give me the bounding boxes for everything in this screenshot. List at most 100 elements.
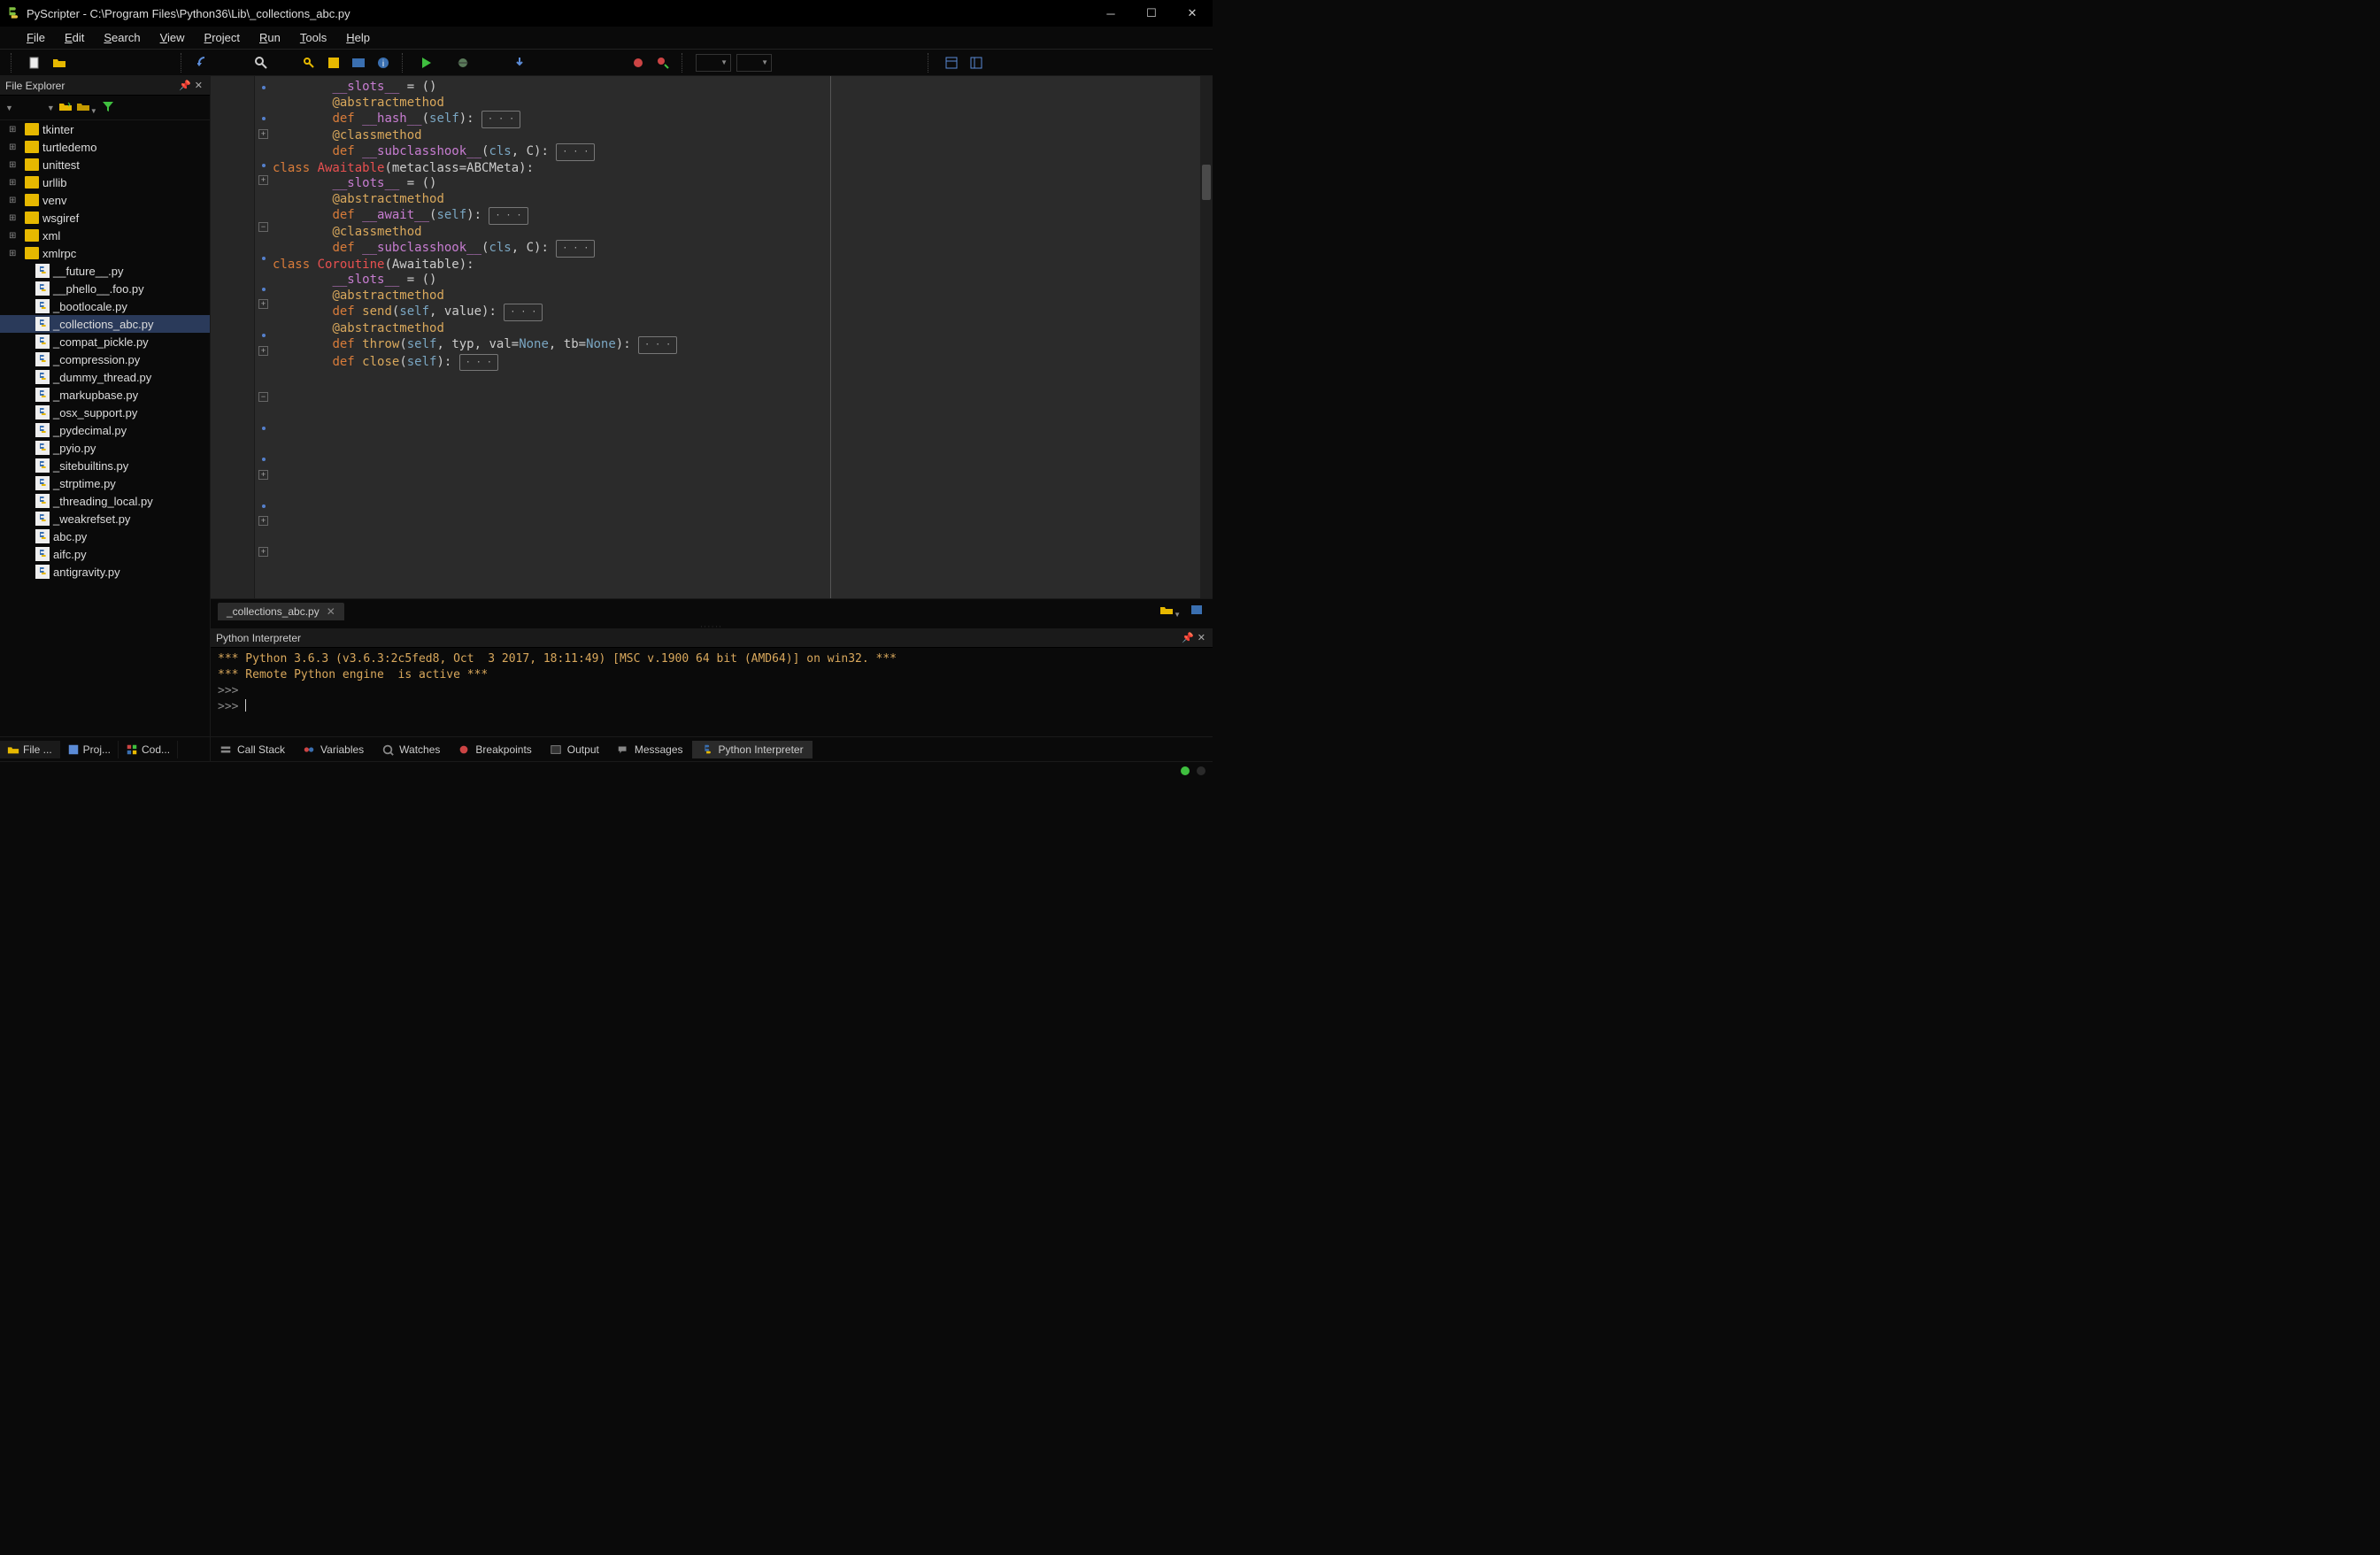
bottom-tab-variables[interactable]: Variables — [294, 741, 373, 758]
info-button[interactable]: i — [374, 53, 393, 73]
menu-tools[interactable]: Tools — [291, 28, 335, 47]
toolbar: i ▼ ▼ — [0, 50, 1213, 76]
bottom-tab-messages[interactable]: Messages — [608, 741, 692, 758]
tree-file[interactable]: _pydecimal.py — [0, 421, 210, 439]
tree-file[interactable]: _weakrefset.py — [0, 510, 210, 527]
find-in-files-button[interactable] — [299, 53, 319, 73]
breakpoint-button[interactable] — [628, 53, 648, 73]
maximize-button[interactable]: ☐ — [1131, 0, 1172, 27]
change-marker-icon — [262, 117, 266, 120]
bottom-tab-python-interpreter[interactable]: Python Interpreter — [692, 741, 813, 758]
tree-file[interactable]: _markupbase.py — [0, 386, 210, 404]
change-marker-icon — [262, 164, 266, 167]
close-button[interactable]: ✕ — [1172, 0, 1213, 27]
code-editor[interactable]: + + − + + − + + + __slots__ = () @abstractmethod… — [211, 76, 1213, 598]
fold-toggle-icon[interactable]: + — [258, 299, 268, 309]
tree-file[interactable]: aifc.py — [0, 545, 210, 563]
vertical-scrollbar[interactable] — [1200, 76, 1213, 598]
tree-file[interactable]: abc.py — [0, 527, 210, 545]
back-dropdown-icon[interactable]: ▼ — [5, 104, 13, 112]
tree-file[interactable]: antigravity.py — [0, 563, 210, 581]
tree-folder[interactable]: ⊞urllib — [0, 173, 210, 191]
tree-folder[interactable]: ⊞wsgiref — [0, 209, 210, 227]
tree-file[interactable]: _pyio.py — [0, 439, 210, 457]
bottom-tab-output[interactable]: Output — [541, 741, 608, 758]
tree-folder[interactable]: ⊞unittest — [0, 156, 210, 173]
fold-toggle-icon[interactable]: − — [258, 222, 268, 232]
terminal-button[interactable] — [349, 53, 368, 73]
tree-folder[interactable]: ⊞xml — [0, 227, 210, 244]
pin-icon[interactable]: 📌 — [177, 80, 193, 91]
file-explorer-toolbar: ▼ ▼ ▼ — [0, 96, 210, 120]
tree-file[interactable]: _collections_abc.py — [0, 315, 210, 333]
window-icon[interactable] — [1190, 603, 1204, 620]
fold-toggle-icon[interactable]: + — [258, 175, 268, 185]
filter-button[interactable] — [101, 99, 115, 116]
combo-1[interactable]: ▼ — [696, 54, 731, 72]
combo-2[interactable]: ▼ — [736, 54, 772, 72]
tree-file[interactable]: _strptime.py — [0, 474, 210, 492]
interpreter-close-icon[interactable]: ✕ — [1196, 632, 1207, 643]
tree-folder[interactable]: ⊞turtledemo — [0, 138, 210, 156]
code-content[interactable]: __slots__ = () @abstractmethod def __has… — [273, 76, 1200, 598]
menu-file[interactable]: File — [18, 28, 54, 47]
open-folder-icon[interactable]: ▼ — [1159, 603, 1181, 620]
forward-dropdown-icon[interactable]: ▼ — [47, 104, 55, 112]
tree-folder[interactable]: ⊞venv — [0, 191, 210, 209]
new-file-button[interactable] — [25, 53, 44, 73]
undo-button[interactable] — [195, 53, 214, 73]
search-button[interactable] — [251, 53, 271, 73]
layout-button-1[interactable] — [942, 53, 961, 73]
editor-gutter — [211, 76, 255, 598]
change-marker-icon — [262, 427, 266, 430]
fold-toggle-icon[interactable]: − — [258, 392, 268, 402]
change-marker-icon — [262, 257, 266, 260]
menu-view[interactable]: View — [151, 28, 194, 47]
bottom-tab-watches[interactable]: Watches — [373, 741, 449, 758]
sidebar-tab[interactable]: Cod... — [119, 741, 178, 758]
fold-column[interactable]: + + − + + − + + + — [255, 76, 273, 598]
debug-button[interactable] — [453, 53, 473, 73]
tree-file[interactable]: __phello__.foo.py — [0, 280, 210, 297]
tree-folder[interactable]: ⊞xmlrpc — [0, 244, 210, 262]
interpreter-output[interactable]: *** Python 3.6.3 (v3.6.3:2c5fed8, Oct 3 … — [211, 648, 1213, 736]
bottom-tab-breakpoints[interactable]: Breakpoints — [449, 741, 540, 758]
menu-run[interactable]: Run — [250, 28, 289, 47]
menu-search[interactable]: Search — [95, 28, 149, 47]
file-tree[interactable]: ⊞tkinter⊞turtledemo⊞unittest⊞urllib⊞venv… — [0, 120, 210, 736]
syntax-check-button[interactable] — [324, 53, 343, 73]
step-into-button[interactable] — [510, 53, 529, 73]
panel-close-icon[interactable]: ✕ — [193, 80, 204, 91]
open-file-button[interactable] — [50, 53, 69, 73]
clear-breakpoints-button[interactable] — [653, 53, 673, 73]
tree-file[interactable]: _threading_local.py — [0, 492, 210, 510]
layout-button-2[interactable] — [967, 53, 986, 73]
minimize-button[interactable]: ─ — [1090, 0, 1131, 27]
fold-toggle-icon[interactable]: + — [258, 516, 268, 526]
menu-edit[interactable]: Edit — [56, 28, 93, 47]
fold-toggle-icon[interactable]: + — [258, 129, 268, 139]
tree-file[interactable]: _bootlocale.py — [0, 297, 210, 315]
fold-toggle-icon[interactable]: + — [258, 470, 268, 480]
run-button[interactable] — [416, 53, 435, 73]
bottom-tab-call-stack[interactable]: Call Stack — [211, 741, 294, 758]
tree-file[interactable]: _sitebuiltins.py — [0, 457, 210, 474]
tree-file[interactable]: _compression.py — [0, 350, 210, 368]
fold-toggle-icon[interactable]: + — [258, 346, 268, 356]
tree-file[interactable]: _compat_pickle.py — [0, 333, 210, 350]
tree-file[interactable]: _dummy_thread.py — [0, 368, 210, 386]
fold-toggle-icon[interactable]: + — [258, 547, 268, 557]
sidebar-tab[interactable]: Proj... — [60, 741, 119, 758]
tree-file[interactable]: __future__.py — [0, 262, 210, 280]
menu-project[interactable]: Project — [196, 28, 249, 47]
folder-nav-button[interactable]: ▼ — [76, 99, 97, 116]
menu-help[interactable]: Help — [337, 28, 379, 47]
tree-folder[interactable]: ⊞tkinter — [0, 120, 210, 138]
interpreter-pin-icon[interactable]: 📌 — [1180, 632, 1196, 643]
tree-file[interactable]: _osx_support.py — [0, 404, 210, 421]
editor-tab[interactable]: _collections_abc.py ✕ — [218, 603, 344, 620]
folder-up-button[interactable] — [58, 99, 73, 116]
sidebar-tab[interactable]: File ... — [0, 741, 60, 758]
tab-close-icon[interactable]: ✕ — [327, 605, 335, 618]
change-marker-icon — [262, 458, 266, 461]
